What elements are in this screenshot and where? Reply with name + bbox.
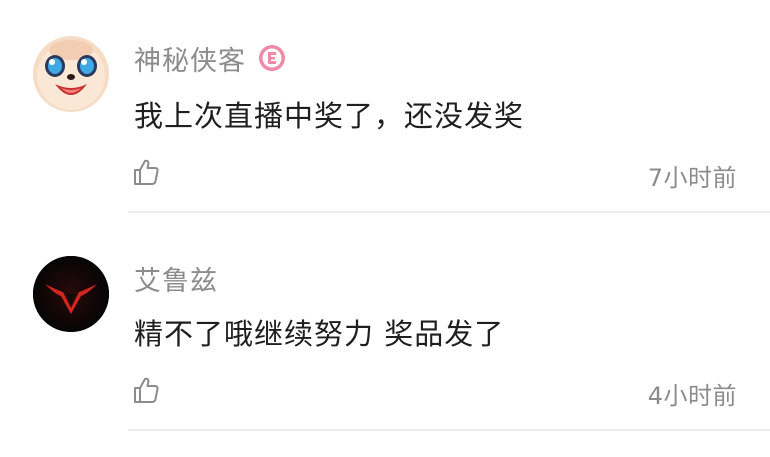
timestamp: 4小时前 — [647, 382, 737, 410]
timestamp: 7小时前 — [647, 164, 737, 192]
avatar[interactable] — [33, 256, 109, 332]
like-button[interactable] — [128, 372, 164, 408]
username[interactable]: 神秘侠客 — [134, 39, 246, 78]
divider — [128, 429, 770, 431]
comment-item: 神秘侠客 我上次直播中奖了，还没发奖 7小时前 — [0, 0, 770, 214]
comment-text: 精不了哦继续努力 奖品发了 — [134, 317, 505, 351]
thumbs-up-icon — [134, 159, 159, 185]
username-row: 艾鲁兹 — [134, 258, 218, 298]
thumbs-up-icon — [134, 377, 159, 403]
comment-text: 我上次直播中奖了，还没发奖 — [134, 99, 525, 133]
cartoon-face-avatar-icon — [33, 36, 109, 112]
divider — [128, 211, 770, 213]
username-row: 神秘侠客 — [134, 38, 286, 78]
username[interactable]: 艾鲁兹 — [134, 259, 218, 298]
comment-item: 艾鲁兹 精不了哦继续努力 奖品发了 4小时前 — [0, 214, 770, 457]
like-button[interactable] — [128, 154, 164, 190]
geass-sigil-avatar-icon — [33, 256, 109, 332]
avatar[interactable] — [33, 36, 109, 112]
level-badge-icon — [258, 44, 286, 72]
